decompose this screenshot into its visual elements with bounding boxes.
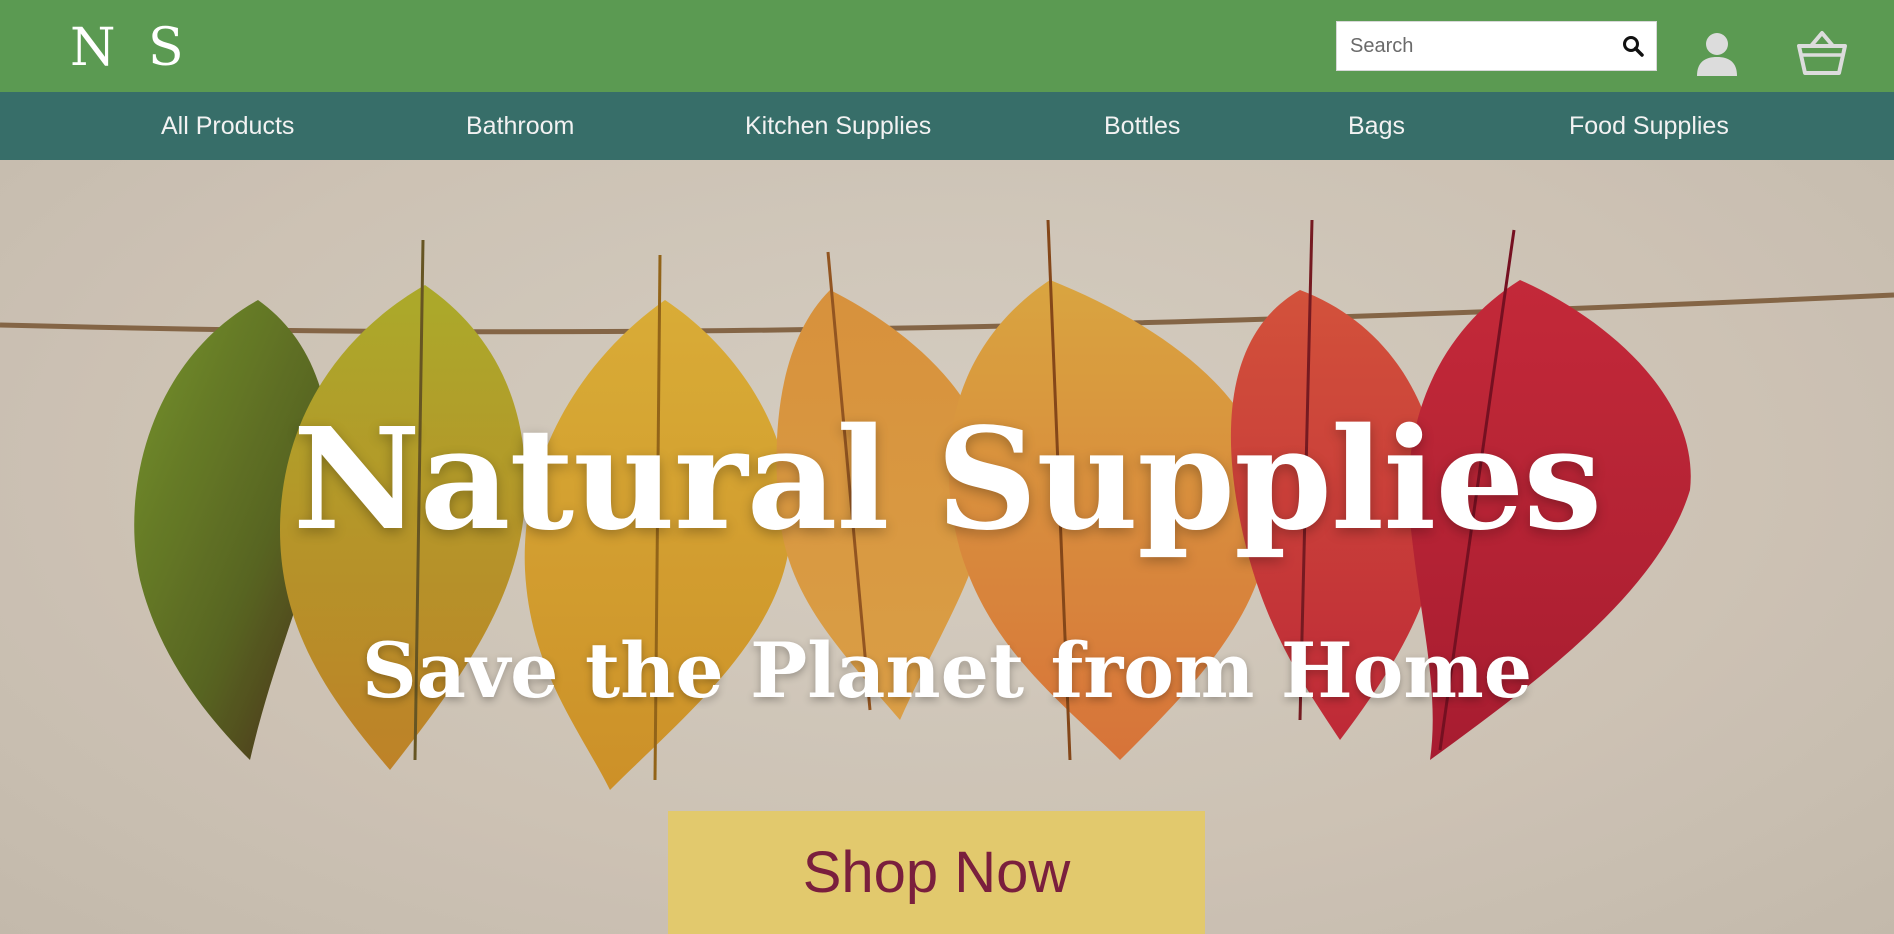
search-bar bbox=[1336, 21, 1657, 71]
shop-now-button[interactable]: Shop Now bbox=[668, 811, 1205, 934]
nav-item-food-supplies[interactable]: Food Supplies bbox=[1569, 92, 1729, 160]
nav-item-bottles[interactable]: Bottles bbox=[1104, 92, 1180, 160]
nav-item-bags[interactable]: Bags bbox=[1348, 92, 1405, 160]
cart-button[interactable] bbox=[1796, 30, 1848, 76]
search-input[interactable] bbox=[1337, 22, 1607, 70]
hero-title: Natural Supplies bbox=[292, 398, 1602, 562]
site-logo[interactable]: N S bbox=[70, 18, 192, 78]
account-button[interactable] bbox=[1696, 32, 1738, 76]
hero-banner: Natural Supplies Save the Planet from Ho… bbox=[0, 160, 1894, 934]
nav-item-all-products[interactable]: All Products bbox=[161, 92, 294, 160]
nav-item-kitchen-supplies[interactable]: Kitchen Supplies bbox=[745, 92, 931, 160]
search-icon bbox=[1623, 36, 1644, 57]
search-button[interactable] bbox=[1618, 31, 1648, 61]
user-icon bbox=[1697, 33, 1737, 76]
basket-icon bbox=[1797, 31, 1847, 75]
category-nav: All Products Bathroom Kitchen Supplies B… bbox=[0, 92, 1894, 160]
nav-item-bathroom[interactable]: Bathroom bbox=[466, 92, 574, 160]
hero-subtitle: Save the Planet from Home bbox=[361, 626, 1533, 715]
top-header: N S bbox=[0, 0, 1894, 92]
